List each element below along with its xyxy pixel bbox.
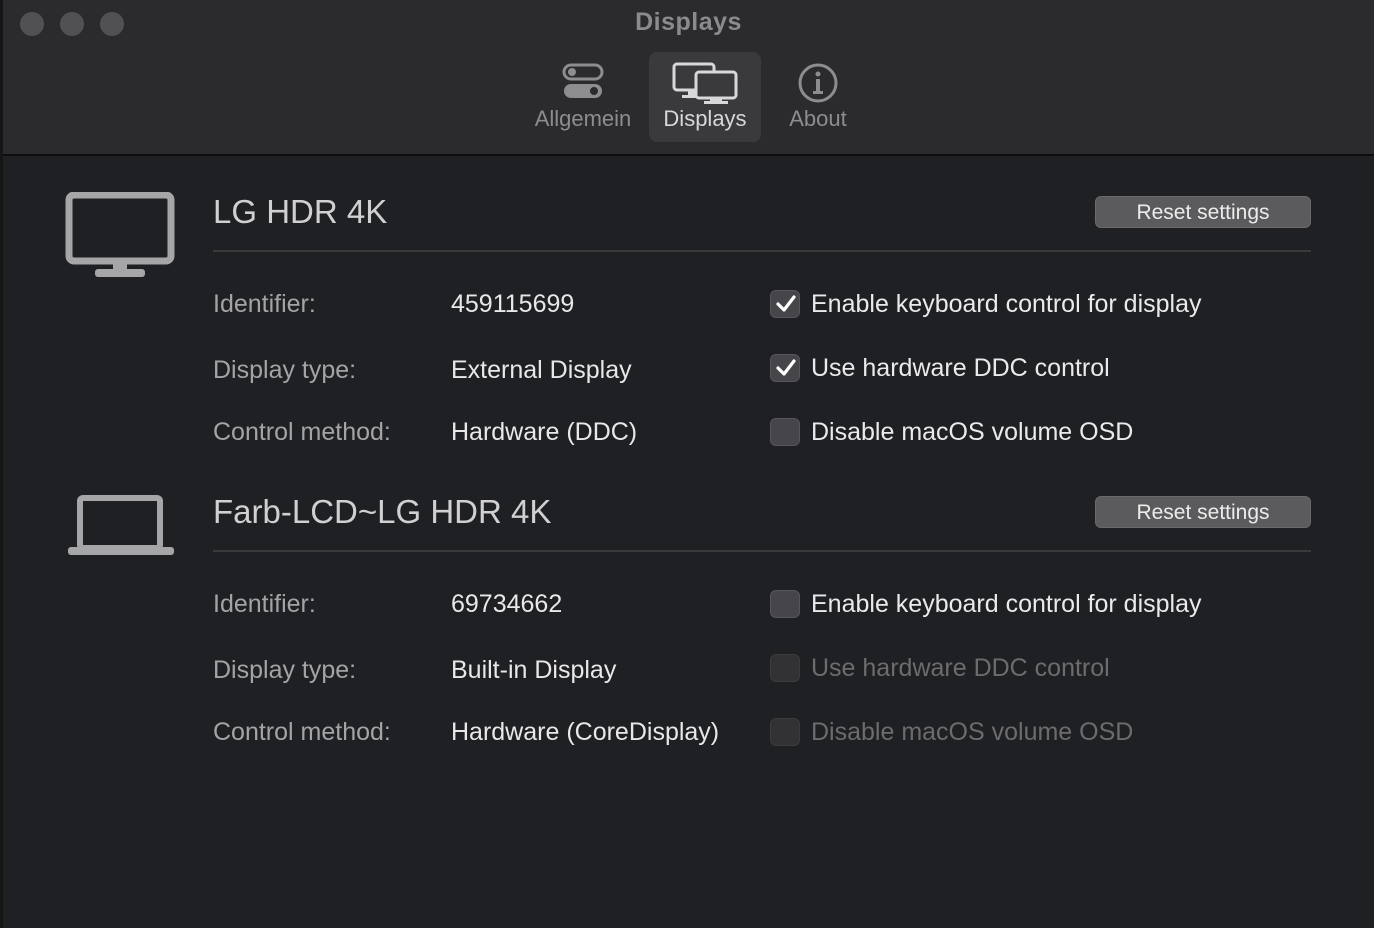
keyboard-control-checkbox[interactable] [770, 590, 800, 618]
info-icon [798, 63, 838, 103]
tab-about[interactable]: About [773, 52, 863, 142]
reset-settings-button[interactable]: Reset settings [1095, 196, 1311, 228]
identifier-value: 459115699 [451, 290, 575, 318]
preferences-window: Displays Allgemein Displays About LG HDR… [0, 0, 1374, 928]
keyboard-control-checkbox[interactable] [770, 290, 800, 318]
identifier-label: Identifier: [213, 590, 316, 618]
disable-volume-osd-label[interactable]: Disable macOS volume OSD [811, 418, 1133, 447]
display-type-label: Display type: [213, 656, 357, 684]
reset-settings-button[interactable]: Reset settings [1095, 496, 1311, 528]
tab-displays-label: Displays [663, 106, 747, 131]
identifier-value: 69734662 [451, 590, 563, 618]
window-title: Displays [635, 8, 742, 36]
tab-displays[interactable]: Displays [649, 52, 761, 142]
hardware-ddc-checkbox [770, 654, 800, 682]
tab-allgemein[interactable]: Allgemein [527, 52, 639, 142]
monitor-icon [65, 192, 175, 277]
control-method-value: Hardware (CoreDisplay) [451, 718, 720, 746]
display-type-value: Built-in Display [451, 656, 617, 684]
display-name: Farb-LCD~LG HDR 4K [213, 493, 552, 530]
checkmark-icon [776, 359, 796, 376]
tab-about-label: About [789, 106, 847, 131]
disable-volume-osd-label: Disable macOS volume OSD [811, 718, 1134, 746]
hardware-ddc-label: Use hardware DDC control [811, 654, 1110, 682]
control-method-label: Control method: [213, 418, 391, 446]
tab-allgemein-label: Allgemein [534, 106, 632, 131]
disable-volume-osd-checkbox [770, 718, 800, 746]
toolbar: Displays Allgemein Displays About [3, 0, 1374, 156]
laptop-icon [68, 495, 174, 555]
display-type-label: Display type: [213, 356, 357, 384]
hardware-ddc-checkbox[interactable] [770, 354, 800, 382]
separator [213, 550, 1311, 552]
checkmark-icon [776, 295, 796, 312]
keyboard-control-label[interactable]: Enable keyboard control for display [811, 590, 1202, 619]
identifier-label: Identifier: [213, 290, 316, 318]
keyboard-control-label[interactable]: Enable keyboard control for display [811, 290, 1202, 319]
hardware-ddc-label[interactable]: Use hardware DDC control [811, 354, 1110, 383]
switches-icon [562, 63, 604, 98]
control-method-label: Control method: [213, 718, 391, 746]
displays-icon [672, 62, 738, 104]
separator [213, 250, 1311, 252]
display-name: LG HDR 4K [213, 193, 388, 230]
control-method-value: Hardware (DDC) [451, 418, 638, 446]
disable-volume-osd-checkbox[interactable] [770, 418, 800, 446]
display-type-value: External Display [451, 356, 632, 384]
